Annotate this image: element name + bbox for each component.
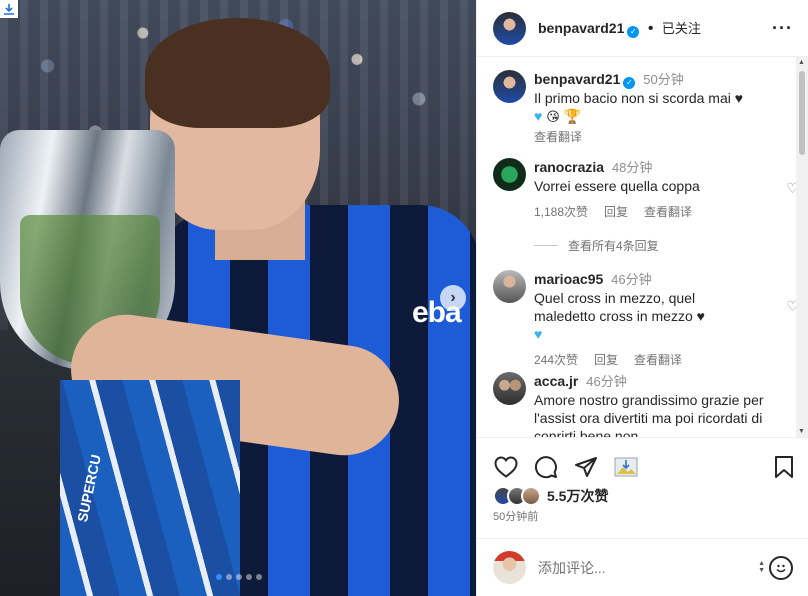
carousel-indicator — [216, 574, 262, 580]
bookmark-icon[interactable] — [771, 454, 797, 480]
carousel-dot — [226, 574, 232, 580]
comment-username[interactable]: acca.jr — [534, 373, 578, 389]
comment-username[interactable]: marioac95 — [534, 271, 603, 287]
comments-scrollbar[interactable]: ▲ ▼ — [796, 57, 808, 437]
comment-time: 46分钟 — [611, 272, 652, 287]
comment-text: Amore nostro grandissimo grazie per l'as… — [534, 392, 764, 437]
header-user: benpavard21 ✓ • 已关注 — [538, 18, 701, 38]
comment-meta: 244次赞 回复 查看翻译 — [534, 351, 774, 368]
commenter-avatar[interactable] — [493, 158, 526, 191]
replies-line — [534, 245, 558, 246]
post-header: benpavard21 ✓ • 已关注 ··· — [477, 0, 808, 57]
comment-meta: 1,188次赞 回复 查看翻译 — [534, 203, 774, 220]
comment-head: ranocrazia 48分钟 — [534, 158, 774, 177]
likes-summary[interactable]: 5.5万次赞 — [493, 486, 608, 506]
comment-text: Quel cross in mezzo, quel maledetto cros… — [534, 290, 696, 324]
caption-meta: 查看翻译 — [534, 128, 774, 145]
post-side-panel: benpavard21 ✓ • 已关注 ··· benpavard21 ✓ 50分钟… — [476, 0, 808, 596]
comment-head: marioac95 46分钟 — [534, 270, 774, 289]
comment-likes[interactable]: 1,188次赞 — [534, 203, 588, 220]
carousel-dot — [236, 574, 242, 580]
follow-status-button[interactable]: 已关注 — [662, 21, 701, 36]
likes-count[interactable]: 5.5万次赞 — [547, 486, 608, 506]
translate-link[interactable]: 查看翻译 — [644, 203, 692, 220]
comment-text: Vorrei essere quella coppa — [534, 178, 700, 194]
commenter-avatar[interactable] — [493, 270, 526, 303]
author-username[interactable]: benpavard21 — [538, 20, 624, 36]
caption-text-wrap: Il primo bacio non si scorda mai ♥ ♥ 😘 🏆 — [534, 89, 774, 126]
black-heart-icon: ♥ — [734, 90, 744, 106]
post-actions: 5.5万次赞 50分钟前 — [477, 437, 808, 527]
commenter-avatar[interactable] — [493, 372, 526, 405]
black-heart-icon: ♥ — [696, 308, 705, 324]
comment-text-wrap: Quel cross in mezzo, quel maledetto cros… — [534, 289, 714, 343]
post-timestamp: 50分钟前 — [493, 511, 539, 523]
comment-body: acca.jr 46分钟 Amore nostro grandissimo gr… — [534, 372, 764, 437]
comments-list[interactable]: benpavard21 ✓ 50分钟 Il primo bacio non si … — [477, 57, 797, 437]
caption-body: benpavard21 ✓ 50分钟 Il primo bacio non si … — [534, 70, 774, 145]
comment-icon[interactable] — [533, 454, 559, 480]
separator-dot: • — [647, 20, 654, 37]
chevron-right-icon: › — [450, 289, 456, 306]
comment-likes[interactable]: 244次赞 — [534, 351, 578, 368]
post-photo[interactable]: eba M SUPERCU › — [0, 0, 476, 596]
caption-avatar[interactable] — [493, 70, 526, 103]
player-hair — [145, 18, 330, 128]
scroll-down-icon[interactable]: ▼ — [798, 428, 805, 435]
image-preview-icon[interactable] — [613, 454, 639, 480]
comment-body: marioac95 46分钟 Quel cross in mezzo, quel… — [534, 270, 774, 368]
caption-username[interactable]: benpavard21 — [534, 71, 620, 87]
input-spinner-icon[interactable]: ▲ ▼ — [758, 560, 765, 574]
verified-badge-icon: ✓ — [623, 77, 636, 89]
comment-time: 46分钟 — [586, 374, 627, 389]
carousel-dot-active — [216, 574, 222, 580]
instagram-post-modal: eba M SUPERCU › benpavard21✓ • 已关注 — [0, 0, 808, 596]
view-replies-link[interactable]: 查看所有4条回复 — [534, 237, 659, 254]
scroll-up-icon[interactable]: ▲ — [798, 59, 805, 66]
more-icon[interactable]: ··· — [772, 18, 793, 39]
reply-button[interactable]: 回复 — [604, 203, 628, 220]
comment-time: 48分钟 — [611, 160, 653, 175]
comment-username[interactable]: ranocrazia — [534, 159, 604, 175]
caption-translate-link[interactable]: 查看翻译 — [534, 128, 582, 145]
share-icon[interactable] — [573, 454, 599, 480]
comment-item: marioac95 46分钟 Quel cross in mezzo, quel… — [493, 270, 797, 368]
caption-time: 50分钟 — [643, 72, 684, 87]
reply-button[interactable]: 回复 — [594, 351, 618, 368]
caption-text: Il primo bacio non si scorda mai — [534, 90, 731, 106]
comment-input[interactable] — [538, 559, 738, 576]
verified-badge-icon: ✓ — [627, 26, 640, 38]
view-replies-label: 查看所有4条回复 — [568, 239, 659, 253]
emoji-icon[interactable] — [769, 556, 793, 580]
comment-item: ranocrazia 48分钟 Vorrei essere quella cop… — [493, 158, 797, 220]
next-image-button[interactable]: › — [440, 285, 466, 311]
carousel-dot — [246, 574, 252, 580]
caption-head: benpavard21 ✓ 50分钟 — [534, 70, 774, 89]
author-avatar[interactable] — [493, 11, 526, 45]
scrollbar-thumb[interactable] — [799, 71, 805, 155]
heart-icon[interactable] — [493, 454, 519, 480]
carousel-dot — [256, 574, 262, 580]
blue-heart-icon: ♥ — [534, 108, 543, 124]
add-comment-bar: ▲▼ — [477, 538, 808, 596]
trophy-emoji-icon: 🏆 — [563, 108, 582, 124]
comment-body: ranocrazia 48分钟 Vorrei essere quella cop… — [534, 158, 774, 220]
kiss-emoji-icon: 😘 — [546, 109, 560, 124]
comment-item: acca.jr 46分钟 Amore nostro grandissimo gr… — [493, 372, 793, 437]
download-icon[interactable] — [0, 0, 18, 18]
liker-avatar — [521, 486, 541, 506]
translate-link[interactable]: 查看翻译 — [634, 351, 682, 368]
blue-heart-icon: ♥ — [534, 326, 543, 342]
comment-head: acca.jr 46分钟 — [534, 372, 764, 391]
current-user-avatar — [493, 551, 526, 584]
caption: benpavard21 ✓ 50分钟 Il primo bacio non si … — [493, 70, 793, 145]
